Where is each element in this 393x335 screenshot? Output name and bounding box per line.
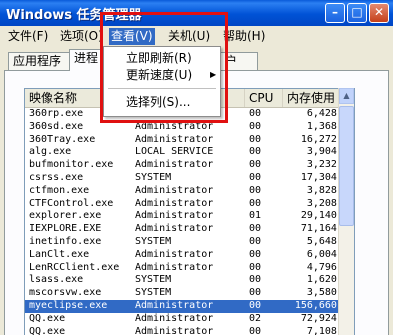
cell-cpu: 00: [249, 299, 262, 311]
table-row[interactable]: myeclipse.exe Administrator 00 156,660 K: [25, 299, 354, 313]
table-row[interactable]: IEXPLORE.EXE Administrator 00 71,164 K: [25, 223, 354, 236]
table-row[interactable]: alg.exe LOCAL SERVICE 00 3,904 K: [25, 146, 354, 159]
cell-cpu: 00: [249, 274, 262, 286]
cell-cpu: 00: [249, 197, 262, 209]
column-cpu[interactable]: CPU: [245, 89, 283, 107]
cell-user-name: Administrator: [135, 223, 214, 235]
cell-cpu: 00: [249, 120, 262, 132]
cell-user-name: SYSTEM: [135, 287, 172, 299]
cell-cpu: 00: [249, 261, 262, 273]
cell-cpu: 00: [249, 235, 262, 247]
cell-user-name: Administrator: [135, 159, 214, 171]
cell-image-name: mscorsvw.exe: [29, 287, 102, 299]
cell-user-name: Administrator: [135, 312, 214, 324]
table-row[interactable]: bufmonitor.exe Administrator 00 3,232 K: [25, 159, 354, 172]
scroll-up-button[interactable]: ▲: [339, 88, 354, 104]
table-row[interactable]: QQ.exe Administrator 00 7,108 K: [25, 326, 354, 335]
title-bar: Windows 任务管理器 – □ ✕: [0, 0, 393, 26]
table-row[interactable]: LenRCClient.exe Administrator 00 4,796 K: [25, 262, 354, 275]
cell-user-name: Administrator: [135, 261, 214, 273]
cell-cpu: 00: [249, 287, 262, 299]
cell-user-name: SYSTEM: [135, 171, 172, 183]
menu-view[interactable]: 查看(V): [109, 28, 155, 45]
cell-image-name: inetinfo.exe: [29, 235, 102, 247]
table-row[interactable]: lsass.exe SYSTEM 00 1,620 K: [25, 274, 354, 287]
cell-user-name: Administrator: [135, 210, 214, 222]
menu-shutdown[interactable]: 关机(U): [166, 28, 212, 45]
cell-image-name: bufmonitor.exe: [29, 159, 114, 171]
cell-image-name: myeclipse.exe: [29, 299, 108, 311]
cell-image-name: IEXPLORE.EXE: [29, 223, 102, 235]
table-row[interactable]: ctfmon.exe Administrator 00 3,828 K: [25, 185, 354, 198]
cell-cpu: 00: [249, 184, 262, 196]
cell-image-name: 360Tray.exe: [29, 133, 96, 145]
cell-user-name: Administrator: [135, 197, 214, 209]
cell-user-name: SYSTEM: [135, 235, 172, 247]
cell-cpu: 00: [249, 223, 262, 235]
cell-cpu: 00: [249, 108, 262, 119]
cell-user-name: LOCAL SERVICE: [135, 146, 214, 158]
cell-user-name: SYSTEM: [135, 274, 172, 286]
cell-cpu: 00: [249, 146, 262, 158]
table-row[interactable]: CTFControl.exe Administrator 00 3,208 K: [25, 198, 354, 211]
scroll-thumb[interactable]: [339, 106, 354, 226]
table-row[interactable]: explorer.exe Administrator 01 29,140 K: [25, 210, 354, 223]
cell-image-name: csrss.exe: [29, 171, 84, 183]
cell-cpu: 00: [249, 248, 262, 260]
table-row[interactable]: 360sd.exe Administrator 00 1,368 K: [25, 121, 354, 134]
cell-user-name: Administrator: [135, 299, 214, 311]
cell-cpu: 02: [249, 312, 262, 324]
cell-image-name: QQ.exe: [29, 325, 66, 335]
menu-options[interactable]: 选项(O): [58, 28, 105, 45]
cell-user-name: Administrator: [135, 120, 214, 132]
vertical-scrollbar[interactable]: ▲: [338, 88, 354, 335]
process-rows: 360rp.exeAdministrator006,428 K360sd.exe…: [25, 108, 354, 335]
table-row[interactable]: mscorsvw.exe SYSTEM 00 3,580 K: [25, 287, 354, 300]
cell-image-name: CTFControl.exe: [29, 197, 114, 209]
cell-image-name: LenRCClient.exe: [29, 261, 120, 273]
cell-cpu: 00: [249, 159, 262, 171]
cell-image-name: alg.exe: [29, 146, 72, 158]
cell-user-name: Administrator: [135, 325, 214, 335]
close-button[interactable]: ✕: [369, 3, 389, 23]
cell-cpu: 00: [249, 133, 262, 145]
cell-user-name: Administrator: [135, 184, 214, 196]
table-row[interactable]: QQ.exe Administrator 02 72,924 K: [25, 313, 354, 326]
tab-processes[interactable]: 进程: [69, 49, 105, 71]
submenu-arrow-icon: ▶: [210, 70, 217, 79]
menu-bar: 文件(F) 选项(O) 查看(V) 关机(U) 帮助(H): [0, 26, 393, 46]
menu-file[interactable]: 文件(F): [6, 28, 50, 45]
cell-cpu: 01: [249, 210, 262, 222]
menu-separator: [108, 88, 216, 89]
tab-applications[interactable]: 应用程序: [8, 52, 70, 70]
table-row[interactable]: csrss.exe SYSTEM 00 17,304 K: [25, 172, 354, 185]
table-row[interactable]: 360Tray.exe Administrator 00 16,272 K: [25, 134, 354, 147]
cell-cpu: 00: [249, 325, 262, 335]
cell-image-name: ctfmon.exe: [29, 184, 90, 196]
menu-item-select-columns[interactable]: 选择列(S)...: [126, 94, 190, 110]
menu-item-update-speed[interactable]: 更新速度(U): [126, 67, 192, 83]
menu-item-refresh-now[interactable]: 立即刷新(R): [126, 50, 192, 66]
view-menu-dropdown: 立即刷新(R) 更新速度(U) ▶ 选择列(S)...: [103, 46, 221, 117]
cell-image-name: QQ.exe: [29, 312, 66, 324]
menu-help[interactable]: 帮助(H): [221, 28, 267, 45]
table-row[interactable]: inetinfo.exe SYSTEM 00 5,648 K: [25, 236, 354, 249]
cell-cpu: 00: [249, 171, 262, 183]
minimize-button[interactable]: –: [325, 3, 345, 23]
window-title: Windows 任务管理器: [6, 8, 142, 23]
table-row[interactable]: LanClt.exe Administrator 00 6,004 K: [25, 249, 354, 262]
cell-image-name: LanClt.exe: [29, 248, 90, 260]
process-list[interactable]: 映像名称 用户名 CPU 内存使用 360rp.exeAdministrator…: [24, 88, 355, 335]
cell-image-name: lsass.exe: [29, 274, 84, 286]
maximize-button[interactable]: □: [347, 3, 367, 23]
cell-user-name: Administrator: [135, 133, 214, 145]
cell-image-name: 360sd.exe: [29, 120, 84, 132]
tab-users[interactable]: 户: [220, 52, 258, 70]
cell-image-name: explorer.exe: [29, 210, 102, 222]
cell-user-name: Administrator: [135, 248, 214, 260]
